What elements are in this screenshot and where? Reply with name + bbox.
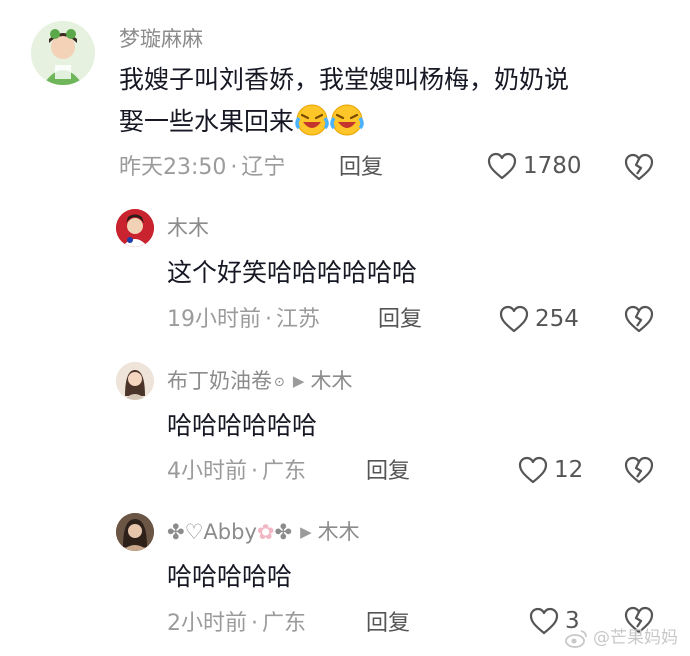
comment-username[interactable]: ✤♡Abby✿✤ ▶ 木木 [167,522,360,543]
comment-time: 19小时前 [167,307,261,332]
like-button[interactable]: 254 [499,305,579,333]
watermark-text: @芒果妈妈 [593,627,678,648]
comment-username[interactable]: 布丁奶油卷 ⊙ ▶ 木木 [167,371,352,392]
like-count: 12 [554,456,584,483]
meta-separator: · [230,155,238,180]
comment-username[interactable]: 梦璇麻麻 [119,29,203,50]
comment-text-line: 我嫂子叫刘香娇，我堂嫂叫杨梅，奶奶说 [119,65,570,94]
like-count: 254 [535,305,579,332]
broken-heart-icon[interactable] [624,456,654,484]
reply-arrow-icon: ▶ [292,372,305,390]
meta-separator: · [251,611,258,636]
reply-author[interactable]: 布丁奶油卷 [167,369,272,393]
comment-location: 广东 [262,611,307,636]
flower-icon: ✿ [256,520,275,544]
comment-meta: 19小时前 · 江苏 [167,309,320,331]
comment-text: 哈哈哈哈哈哈 [167,411,318,440]
comment-location: 江苏 [276,307,321,332]
comment-meta: 昨天23:50 · 辽宁 [119,157,285,179]
reply-target[interactable]: 木木 [310,369,352,393]
heart-outline-icon [529,607,559,635]
user-avatar[interactable] [116,209,154,247]
laughing-crying-emoji-icon [295,103,329,137]
comment-text: 这个好笑哈哈哈哈哈哈 [167,258,418,287]
watermark: @芒果妈妈 [565,628,678,648]
like-button[interactable]: 12 [518,456,583,484]
laughing-crying-emoji-icon [330,103,364,137]
like-button[interactable]: 1780 [487,152,582,180]
like-count: 1780 [523,152,582,179]
reply-button[interactable]: 回复 [366,613,410,635]
reply-button[interactable]: 回复 [366,461,410,483]
comment-meta: 4小时前 · 广东 [167,461,306,483]
reply-arrow-icon: ▶ [300,523,312,541]
reply-button[interactable]: 回复 [339,157,383,179]
comment-location: 广东 [262,459,307,484]
comment-time: 2小时前 [167,611,247,636]
user-avatar[interactable] [31,21,95,85]
heart-outline-icon [487,152,517,180]
weibo-logo-icon [565,630,587,648]
reply-target[interactable]: 木木 [318,520,360,544]
broken-heart-icon[interactable] [624,153,654,181]
verified-icon: ⊙ [274,375,285,390]
meta-separator: · [265,307,272,332]
heart-outline-icon [518,456,548,484]
comment-username[interactable]: 木木 [167,218,209,239]
heart-outline-icon [499,305,529,333]
meta-separator: · [251,459,258,484]
comment-time: 4小时前 [167,459,247,484]
comment-location: 辽宁 [241,155,286,180]
comment-text-line: 娶一些水果回来 [119,101,364,143]
reply-button[interactable]: 回复 [378,309,422,331]
comment-time: 昨天23:50 [119,155,227,180]
comment-meta: 2小时前 · 广东 [167,613,306,635]
broken-heart-icon[interactable] [624,305,654,333]
user-avatar[interactable] [116,513,154,551]
comment-text: 哈哈哈哈哈 [167,562,293,591]
user-avatar[interactable] [116,362,154,400]
reply-author[interactable]: ✤♡Abby✿✤ [167,520,292,544]
